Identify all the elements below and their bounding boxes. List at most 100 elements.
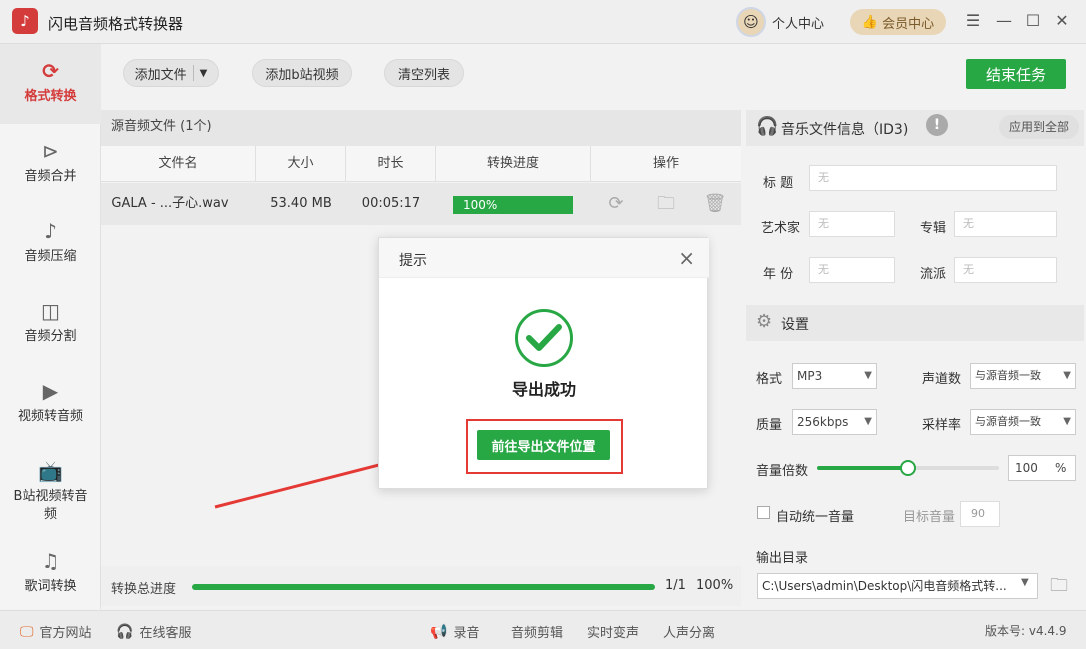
table-row[interactable]: GALA - ...子心.wav 53.40 MB 00:05:17 100% … [101,183,741,225]
genre-field[interactable]: 无 [954,257,1057,283]
maximize-icon[interactable]: ☐ [1023,11,1043,31]
year-field[interactable]: 无 [809,257,895,283]
record-label: 录音 [453,626,480,641]
chevron-down-icon: ▼ [1063,370,1071,381]
sidebar-item-format-convert[interactable]: ⟳ 格式转换 [0,44,101,124]
sidebar-item-lyrics-convert[interactable]: ♫ 歌词转换 [0,534,101,614]
quality-select[interactable]: 256kbps ▼ [792,409,877,435]
close-icon[interactable]: × [678,246,695,270]
sidebar-item-audio-merge[interactable]: ⊳ 音频合并 [0,124,101,204]
lyrics-icon: ♫ [41,549,60,573]
chevron-down-icon[interactable]: ▼ [200,68,208,79]
menu-icon[interactable]: ☰ [963,11,983,31]
clear-list-button[interactable]: 清空列表 [384,59,464,87]
sidebar-item-label: 音频分割 [24,329,77,344]
apply-all-button[interactable]: 应用到全部 [999,115,1079,139]
channels-select[interactable]: 与源音频一致 ▼ [970,363,1076,389]
success-message: 导出成功 [511,380,576,399]
file-duration-cell: 00:05:17 [361,196,421,211]
settings-title: 设置 [781,317,809,333]
right-panel: 🎧 音乐文件信息（ID3) ! 应用到全部 标 题 无 艺术家 无 专辑 无 年… [741,110,1086,610]
sidebar-item-label: 歌词转换 [24,579,77,594]
sidebar-item-label: 视频转音频 [17,409,83,424]
sidebar-item-label: 音频压缩 [24,249,77,264]
headphones-icon: 🎧 [756,116,779,137]
overall-count: 1/1 [665,578,686,593]
artist-field[interactable]: 无 [809,211,895,237]
sidebar-item-label: B站视频转音频 [13,489,88,522]
sidebar-item-bilibili-to-audio[interactable]: 📺 B站视频转音频 [0,444,101,534]
chevron-down-icon: ▼ [1063,416,1071,427]
album-field[interactable]: 无 [954,211,1057,237]
folder-icon[interactable]: 🗀 [1050,573,1068,603]
vip-center-button[interactable]: 👍 会员中心 [850,9,946,35]
chevron-down-icon: ▼ [864,370,872,381]
sidebar-item-label: 格式转换 [24,89,77,104]
samplerate-select[interactable]: 与源音频一致 ▼ [970,409,1076,435]
overall-percent: 100% [696,578,734,593]
headset-icon: 🎧 [116,623,134,640]
volume-slider-handle[interactable] [900,460,916,476]
info-icon[interactable]: ! [926,114,948,136]
app-window: ♪ 闪电音频格式转换器 ☺ 个人中心 👍 会员中心 ☰ — ☐ ✕ ⟳ 格式转换… [0,0,1086,649]
audio-edit-link[interactable]: 音频剪辑 [511,622,563,641]
samplerate-label: 采样率 [922,418,962,433]
add-bilibili-button[interactable]: 添加b站视频 [252,59,352,87]
user-center-label: 个人中心 [772,16,825,32]
settings-section-header: ⚙ 设置 [746,305,1084,341]
toolbar: 添加文件 ▼ 添加b站视频 清空列表 [101,44,1086,108]
convert-icon: ⟳ [42,59,59,83]
monitor-icon: 🖵 [20,623,34,640]
website-link[interactable]: 🖵 官方网站 [20,622,92,642]
minimize-icon[interactable]: — [994,11,1014,31]
service-link[interactable]: 🎧 在线客服 [116,622,191,642]
auto-volume-label: 自动统一音量 [776,510,855,525]
volume-slider-fill [817,466,908,470]
volume-input[interactable]: 100% [1008,455,1076,481]
volume-slider-track[interactable] [908,466,999,470]
format-select[interactable]: MP3 ▼ [792,363,877,389]
target-volume-field[interactable]: 90 [960,501,1000,527]
avatar: ☺ [736,7,766,37]
id3-section-header: 🎧 音乐文件信息（ID3) ! 应用到全部 [746,110,1084,146]
export-success-dialog: 提示 × 导出成功 前往导出文件位置 [378,237,709,489]
column-header-duration: 时长 [346,146,436,182]
delete-icon[interactable]: 🗑 [703,193,727,215]
chevron-down-icon[interactable]: ▼ [1021,577,1029,588]
format-label: 格式 [756,372,783,387]
voice-change-link[interactable]: 实时变声 [587,622,639,641]
sidebar-item-label: 音频合并 [24,169,77,184]
open-export-location-button[interactable]: 前往导出文件位置 [477,430,610,460]
file-size-cell: 53.40 MB [270,196,332,211]
sidebar-item-audio-split[interactable]: ◫ 音频分割 [0,284,101,364]
overall-progress-bar [192,584,655,590]
user-center-button[interactable]: ☺ 个人中心 [736,7,824,37]
output-dir-label: 输出目录 [756,551,809,566]
vocal-separation-link[interactable]: 人声分离 [663,622,715,641]
volume-label: 音量倍数 [756,464,809,479]
output-dir-field[interactable]: C:\Users\admin\Desktop\闪电音频格式转... [757,573,1038,599]
sidebar-item-audio-compress[interactable]: ♪ 音频压缩 [0,204,101,284]
add-file-button[interactable]: 添加文件 ▼ [123,59,219,87]
year-label: 年 份 [763,267,794,282]
title-field[interactable]: 无 [809,165,1057,191]
thumb-icon: 👍 [861,14,879,30]
music-note-icon: ♪ [44,219,57,243]
refresh-icon[interactable]: ⟳ [604,193,628,215]
dialog-title: 提示 [399,253,427,269]
format-value: MP3 [797,369,823,383]
close-window-icon[interactable]: ✕ [1052,11,1072,31]
finish-task-button[interactable]: 结束任务 [966,59,1066,89]
title-bar: ♪ 闪电音频格式转换器 ☺ 个人中心 👍 会员中心 ☰ — ☐ ✕ [0,0,1086,44]
sidebar-item-video-to-audio[interactable]: ▶ 视频转音频 [0,364,101,444]
chevron-down-icon: ▼ [864,416,872,427]
auto-volume-checkbox[interactable] [757,506,770,519]
folder-icon[interactable]: 🗀 [654,193,678,215]
video-icon: ▶ [42,379,59,403]
artist-label: 艺术家 [761,221,801,236]
overall-progress-label: 转换总进度 [111,582,177,597]
record-link[interactable]: 📢 录音 [430,622,480,642]
genre-label: 流派 [920,267,947,282]
column-header-name: 文件名 [101,146,256,182]
samplerate-value: 与源音频一致 [975,415,1041,428]
